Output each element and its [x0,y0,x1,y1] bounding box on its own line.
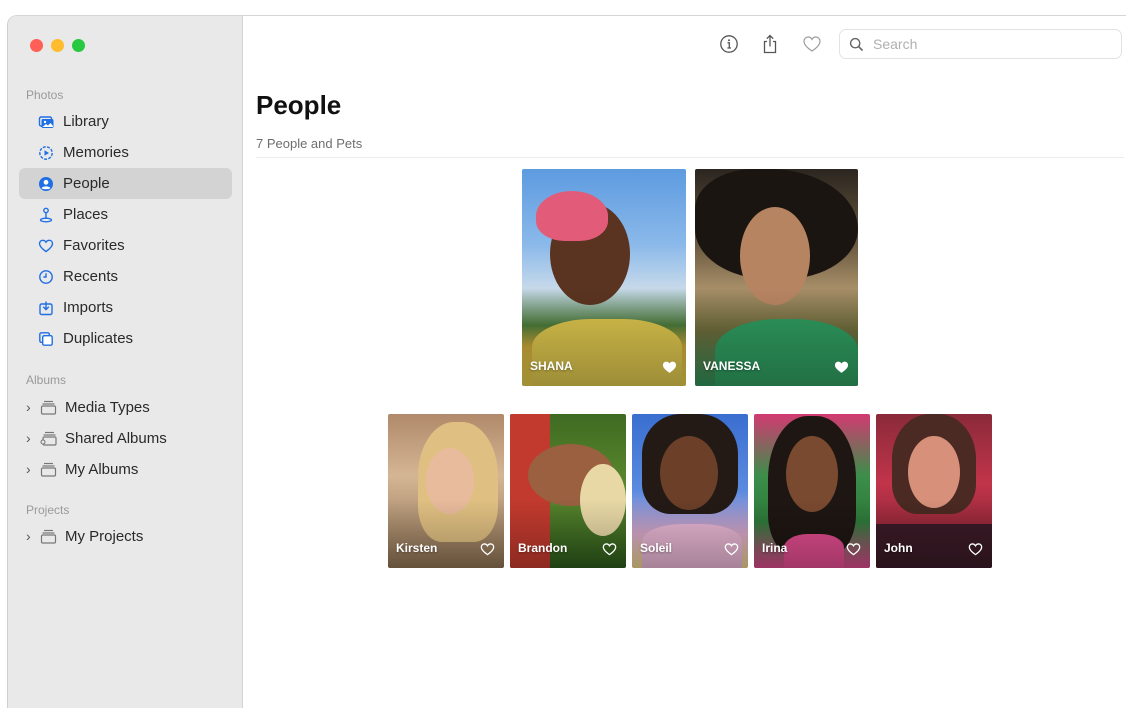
sidebar-item-label: Media Types [65,398,150,416]
sidebar-item-shared-albums[interactable]: › Shared Albums [26,426,167,450]
person-card-shana[interactable]: SHANA [522,169,686,386]
sidebar-item-label: Recents [63,268,119,285]
sidebar-item-label: Places [63,206,109,223]
heart-filled-icon[interactable] [834,360,849,374]
person-name: VANESSA [703,359,761,373]
heart-outline-icon[interactable] [724,542,739,556]
sidebar-item-places[interactable]: Places [19,199,232,230]
sidebar-item-people[interactable]: People [19,168,232,199]
hair-image [536,191,608,241]
sidebar-item-label: My Projects [65,527,144,545]
person-name: Soleil [640,541,673,555]
sidebar-item-label: Imports [63,299,114,316]
chevron-right-icon[interactable]: › [26,399,36,415]
sidebar-item-label: Favorites [63,237,125,254]
section-title-albums: Albums [26,373,67,387]
sidebar-item-memories[interactable]: Memories [19,137,232,168]
sidebar-item-label: People [63,175,110,192]
sidebar-item-library[interactable]: Library [19,106,232,137]
person-name: Kirsten [396,541,438,555]
info-button[interactable] [717,34,741,58]
sidebar-item-favorites[interactable]: Favorites [19,230,232,261]
heart-filled-icon[interactable] [662,360,677,374]
person-name: Brandon [518,541,568,555]
people-count: 7 People and Pets [256,136,363,151]
minimize-window-button[interactable] [51,39,64,52]
sidebar-item-label: Library [63,113,109,130]
info-icon [719,34,739,59]
share-button[interactable] [758,34,782,58]
person-card-brandon[interactable]: Brandon [510,414,626,568]
sidebar-item-duplicates[interactable]: Duplicates [19,323,232,354]
sidebar-item-my-albums[interactable]: › My Albums [26,457,138,481]
sidebar-item-label: Shared Albums [65,429,167,447]
people-icon [38,176,54,192]
person-card-kirsten[interactable]: Kirsten [388,414,504,568]
face-image [908,436,960,508]
duplicates-icon [38,331,54,347]
photos-window: Photos Library Memories People Places Fa… [7,15,1126,708]
person-card-vanessa[interactable]: VANESSA [695,169,858,386]
divider [256,157,1124,158]
section-title-projects: Projects [26,503,70,517]
sidebar-item-label: Memories [63,144,129,161]
album-folder-icon [40,461,58,477]
zoom-window-button[interactable] [72,39,85,52]
share-icon [760,34,780,59]
shared-album-icon [40,430,58,446]
sidebar-item-my-projects[interactable]: › My Projects [26,524,143,548]
album-folder-icon [40,528,58,544]
page-title: People [256,90,342,120]
places-icon [38,207,54,223]
heart-outline-icon[interactable] [846,542,861,556]
person-name: John [884,541,913,555]
section-title-photos: Photos [26,88,64,102]
library-icon [38,114,54,130]
chevron-right-icon[interactable]: › [26,461,36,477]
sidebar-item-recents[interactable]: Recents [19,261,232,292]
heart-outline-icon [802,34,822,59]
person-name: SHANA [530,359,573,373]
sidebar-item-imports[interactable]: Imports [19,292,232,323]
person-card-soleil[interactable]: Soleil [632,414,748,568]
close-window-button[interactable] [30,39,43,52]
chevron-right-icon[interactable]: › [26,528,36,544]
person-name: Irina [762,541,788,555]
memories-icon [38,145,54,161]
clock-icon [38,269,54,285]
imports-icon [38,300,54,316]
heart-outline-icon[interactable] [968,542,983,556]
sidebar-item-label: My Albums [65,460,139,478]
search-icon [849,37,864,52]
person-card-john[interactable]: John [876,414,992,568]
album-folder-icon [40,399,58,415]
sidebar: Photos Library Memories People Places Fa… [8,16,243,708]
heart-outline-icon[interactable] [602,542,617,556]
favorite-button[interactable] [800,34,824,58]
search-input[interactable] [871,35,1105,53]
sidebar-item-label: Duplicates [63,330,134,347]
heart-outline-icon[interactable] [480,542,495,556]
window-controls [30,39,85,52]
heart-icon [38,238,54,254]
search-field[interactable] [839,29,1122,59]
chevron-right-icon[interactable]: › [26,430,36,446]
sidebar-item-media-types[interactable]: › Media Types [26,395,150,419]
person-card-irina[interactable]: Irina [754,414,870,568]
